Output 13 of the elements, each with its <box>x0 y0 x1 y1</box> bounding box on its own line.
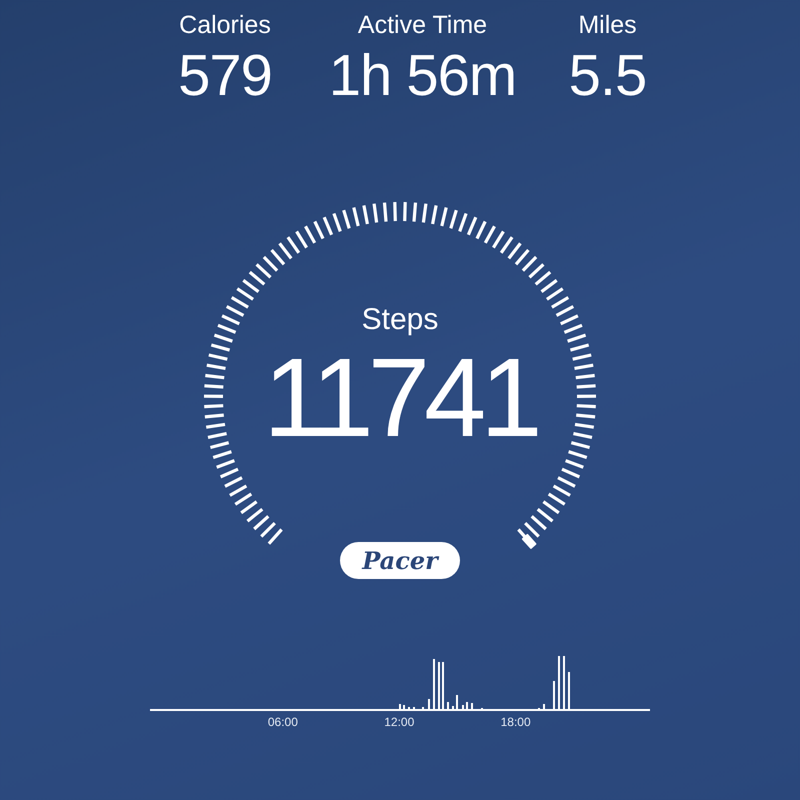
progress-marker <box>521 534 537 550</box>
time-label: 12:00 <box>384 715 414 729</box>
brand-logo: Pacer <box>340 542 460 579</box>
time-label: 06:00 <box>268 715 298 729</box>
steps-label: Steps <box>362 302 438 338</box>
stat-label: Active Time <box>358 10 488 41</box>
steps-count: 11741 <box>263 340 537 456</box>
stat-value: 5.5 <box>568 42 646 110</box>
time-label: 18:00 <box>500 715 531 729</box>
stat-value: 1h 56m <box>328 42 516 110</box>
stat-label: Calories <box>179 10 271 41</box>
stat-value: 579 <box>178 42 272 110</box>
stat-label: Miles <box>578 10 637 41</box>
